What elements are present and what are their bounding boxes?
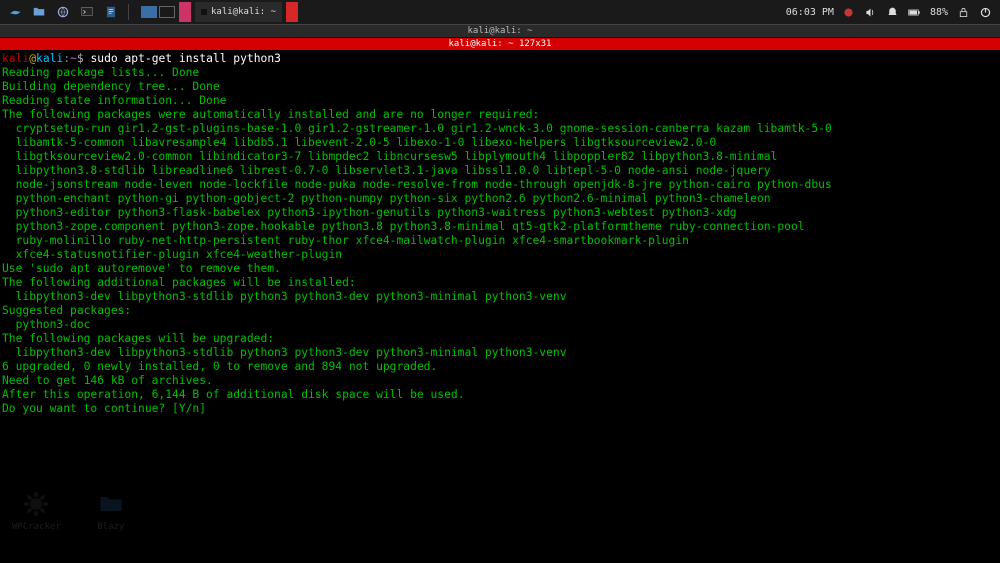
battery-percentage: 88% — [930, 7, 948, 18]
volume-icon[interactable] — [864, 5, 878, 19]
desktop-icon-blazy-label: Blazy — [97, 522, 124, 532]
out-line: libgtksourceview2.0-common libindicator3… — [2, 150, 777, 163]
prompt-at: @ — [29, 52, 36, 65]
out-line: 6 upgraded, 0 newly installed, 0 to remo… — [2, 360, 437, 373]
out-line: Use 'sudo apt autoremove' to remove them… — [2, 262, 281, 275]
panel-right: 06:03 PM 88% — [786, 5, 996, 19]
panel-left: kali@kali: ~ — [4, 2, 298, 22]
out-line: python3-zope.component python3-zope.hook… — [2, 220, 805, 233]
terminal-window: kali@kali: ~ kali@kali: ~ 127x31 kali@ka… — [0, 24, 1000, 418]
file-manager-launcher[interactable] — [28, 2, 50, 22]
terminal-titlebar[interactable]: kali@kali: ~ — [0, 24, 1000, 38]
taskbar-item-2-label: kali@kali: ~ — [211, 7, 276, 17]
battery-icon[interactable] — [908, 5, 922, 19]
desktop-icon-wpcracker-label: WPCracker — [12, 522, 61, 532]
out-line: The following packages were automaticall… — [2, 108, 539, 121]
desktop-icon-wpcracker[interactable]: WPCracker — [12, 490, 61, 532]
panel-separator — [128, 4, 129, 20]
out-line: libpython3-dev libpython3-stdlib python3… — [2, 346, 567, 359]
prompt-pwd: ~ — [70, 52, 77, 65]
kali-dragon-icon — [8, 5, 22, 19]
out-line: ruby-molinillo ruby-net-http-persistent … — [2, 234, 689, 247]
text-editor-icon — [104, 5, 118, 19]
folder-icon — [32, 5, 46, 19]
workspace-switcher[interactable] — [141, 6, 175, 18]
notifications-icon[interactable] — [886, 5, 900, 19]
out-line: cryptsetup-run gir1.2-gst-plugins-base-1… — [2, 122, 832, 135]
terminal-icon — [80, 5, 94, 19]
record-indicator-icon[interactable] — [842, 5, 856, 19]
out-line: The following additional packages will b… — [2, 276, 356, 289]
out-line: libamtk-5-common libavresample4 libdb5.1… — [2, 136, 716, 149]
out-line: After this operation, 6,144 B of additio… — [2, 388, 465, 401]
out-line: Building dependency tree... Done — [2, 80, 220, 93]
prompt-dollar: $ — [77, 52, 91, 65]
prompt-user: kali — [2, 52, 29, 65]
workspace-2[interactable] — [159, 6, 175, 18]
power-icon[interactable] — [978, 5, 992, 19]
editor-launcher[interactable] — [100, 2, 122, 22]
prompt-host: kali — [36, 52, 63, 65]
terminal-launcher[interactable] — [76, 2, 98, 22]
out-line: Suggested packages: — [2, 304, 131, 317]
prompt-command: sudo apt-get install python3 — [90, 52, 280, 65]
gear-icon — [22, 490, 50, 518]
out-line: Reading package lists... Done — [2, 66, 199, 79]
out-line: Do you want to continue? [Y/n] — [2, 402, 213, 415]
app-menu-button[interactable] — [4, 2, 26, 22]
workspace-1[interactable] — [141, 6, 157, 18]
terminal-tab-label: kali@kali: ~ 127x31 — [449, 39, 552, 49]
out-line: xfce4-statusnotifier-plugin xfce4-weathe… — [2, 248, 342, 261]
out-line: python-enchant python-gi python-gobject-… — [2, 192, 771, 205]
folder-icon — [97, 490, 125, 518]
out-line: python3-doc — [2, 318, 90, 331]
desktop-icons: WPCracker Blazy — [12, 490, 125, 532]
top-panel: kali@kali: ~ 06:03 PM 88% — [0, 0, 1000, 24]
lock-icon[interactable] — [956, 5, 970, 19]
terminal-title: kali@kali: ~ — [467, 26, 532, 36]
out-line: Reading state information... Done — [2, 94, 226, 107]
out-line: libpython3-dev libpython3-stdlib python3… — [2, 290, 567, 303]
taskbar-item-2[interactable]: kali@kali: ~ — [195, 2, 282, 22]
clock[interactable]: 06:03 PM — [786, 7, 834, 18]
out-line: Need to get 146 kB of archives. — [2, 374, 213, 387]
browser-launcher[interactable] — [52, 2, 74, 22]
out-line: libpython3.8-stdlib libreadline6 librest… — [2, 164, 771, 177]
out-line: python3-editor python3-flask-babelex pyt… — [2, 206, 737, 219]
terminal-tab-bar[interactable]: kali@kali: ~ 127x31 — [0, 38, 1000, 50]
globe-icon — [56, 5, 70, 19]
desktop-icon-blazy[interactable]: Blazy — [97, 490, 125, 532]
out-line: The following packages will be upgraded: — [2, 332, 274, 345]
taskbar-item-1[interactable] — [179, 2, 191, 22]
out-line: node-jsonstream node-leven node-lockfile… — [2, 178, 832, 191]
terminal-body[interactable]: kali@kali:~$ sudo apt-get install python… — [0, 50, 1000, 418]
terminal-small-icon — [201, 9, 207, 15]
taskbar-item-3[interactable] — [286, 2, 298, 22]
